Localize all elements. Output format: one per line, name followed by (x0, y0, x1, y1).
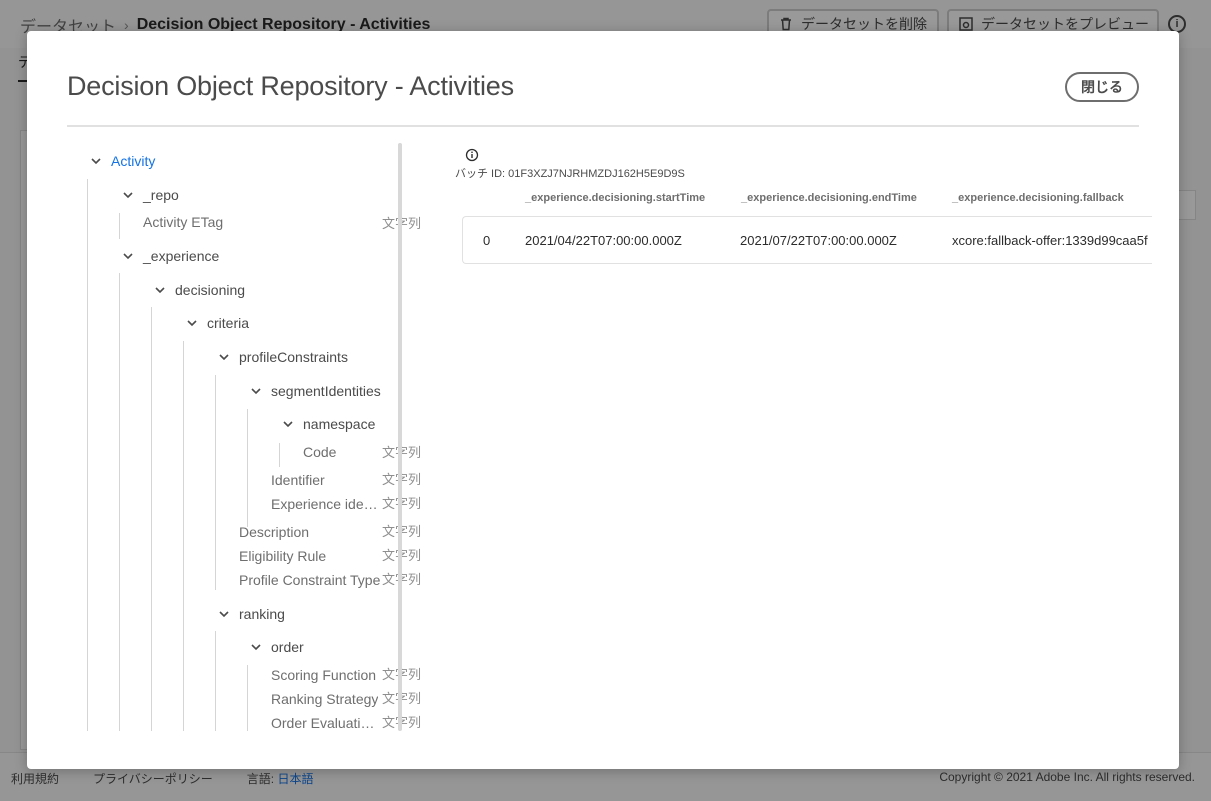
info-icon[interactable] (465, 148, 479, 162)
tree-node-activity[interactable]: Activity (89, 149, 155, 173)
tree-guide (215, 631, 216, 731)
field-name: Experience identi… (271, 496, 381, 512)
tree-node-order[interactable]: order (249, 635, 304, 659)
tree-node-label: order (271, 639, 304, 655)
cell-fallback: xcore:fallback-offer:1339d99caa5f (952, 232, 1148, 248)
field-name: Order Evaluation … (271, 715, 381, 731)
tree-guide (119, 273, 120, 731)
tree-field-identifier[interactable]: Identifier (271, 469, 325, 491)
chevron-down-icon[interactable] (185, 316, 199, 330)
field-name: Eligibility Rule (239, 548, 327, 564)
tree-node-repo[interactable]: _repo (121, 183, 179, 207)
cell-start-time: 2021/04/22T07:00:00.000Z (525, 232, 682, 248)
tree-guide (151, 307, 152, 731)
tree-field-activity-etag[interactable]: Activity ETag (143, 211, 223, 233)
chevron-down-icon[interactable] (217, 350, 231, 364)
tree-guide (119, 213, 120, 239)
tree-guide (247, 409, 248, 527)
close-button[interactable]: 閉じる (1065, 72, 1139, 102)
field-name: Identifier (271, 472, 325, 488)
tree-node-namespace[interactable]: namespace (281, 412, 375, 436)
schema-tree: Activity _repo Activity ETag 文字列 _experi… (67, 143, 435, 731)
tree-node-ranking[interactable]: ranking (217, 602, 285, 626)
tree-field-experience-identifier[interactable]: Experience identi… (271, 493, 381, 515)
field-name: Description (239, 524, 310, 540)
cell-end-time: 2021/07/22T07:00:00.000Z (740, 232, 897, 248)
field-name: Code (303, 444, 337, 460)
tree-node-label: segmentIdentities (271, 383, 381, 399)
tree-scrollbar[interactable] (398, 143, 402, 731)
tree-guide (247, 665, 248, 731)
tree-field-profile-constraint-type[interactable]: Profile Constraint Type (239, 569, 380, 591)
tree-guide (215, 375, 216, 590)
tree-guide (183, 341, 184, 731)
tree-node-label: _experience (143, 248, 220, 264)
dialog-divider (67, 125, 1139, 127)
field-name: Activity ETag (143, 214, 224, 230)
tree-field-eligibility-rule[interactable]: Eligibility Rule (239, 545, 326, 567)
field-name: Profile Constraint Type (239, 572, 381, 588)
tree-node-label: _repo (143, 187, 179, 203)
field-name: Ranking Strategy (271, 691, 379, 707)
field-name: Scoring Function (271, 667, 377, 683)
tree-node-decisioning[interactable]: decisioning (153, 278, 245, 302)
preview-dialog: Decision Object Repository - Activities … (27, 31, 1179, 769)
tree-node-label: decisioning (175, 282, 246, 298)
tree-node-criteria[interactable]: criteria (185, 311, 249, 335)
chevron-down-icon[interactable] (217, 607, 231, 621)
column-header[interactable]: _experience.decisioning.fallback (952, 192, 1124, 204)
tree-node-experience[interactable]: _experience (121, 244, 219, 268)
batch-id: バッチ ID: 01F3XZJ7NJRHMZDJ162H5E9D9S (455, 168, 685, 180)
table-row: 0 2021/04/22T07:00:00.000Z 2021/07/22T07… (462, 216, 1152, 264)
chevron-down-icon[interactable] (89, 154, 103, 168)
column-header[interactable]: _experience.decisioning.startTime (525, 192, 705, 204)
chevron-down-icon[interactable] (249, 384, 263, 398)
chevron-down-icon[interactable] (249, 640, 263, 654)
tree-node-label: criteria (207, 315, 250, 331)
tree-node-segment-identities[interactable]: segmentIdentities (249, 379, 381, 403)
tree-field-code[interactable]: Code (303, 441, 336, 463)
tree-node-label: profileConstraints (239, 349, 348, 365)
tree-node-label: ranking (239, 606, 285, 622)
tree-node-label: Activity (111, 153, 156, 169)
tree-field-scoring-function[interactable]: Scoring Function (271, 664, 376, 686)
dialog-title: Decision Object Repository - Activities (67, 71, 514, 101)
column-header[interactable]: _experience.decisioning.endTime (741, 192, 917, 204)
tree-field-order-evaluation[interactable]: Order Evaluation … (271, 712, 381, 731)
row-index: 0 (483, 232, 491, 248)
chevron-down-icon[interactable] (121, 249, 135, 263)
tree-guide (87, 179, 88, 731)
tree-field-description[interactable]: Description (239, 521, 309, 543)
chevron-down-icon[interactable] (281, 417, 295, 431)
tree-node-profile-constraints[interactable]: profileConstraints (217, 345, 348, 369)
tree-field-ranking-strategy[interactable]: Ranking Strategy (271, 688, 378, 710)
tree-guide (279, 443, 280, 467)
chevron-down-icon[interactable] (121, 188, 135, 202)
tree-node-label: namespace (303, 416, 376, 432)
chevron-down-icon[interactable] (153, 283, 167, 297)
